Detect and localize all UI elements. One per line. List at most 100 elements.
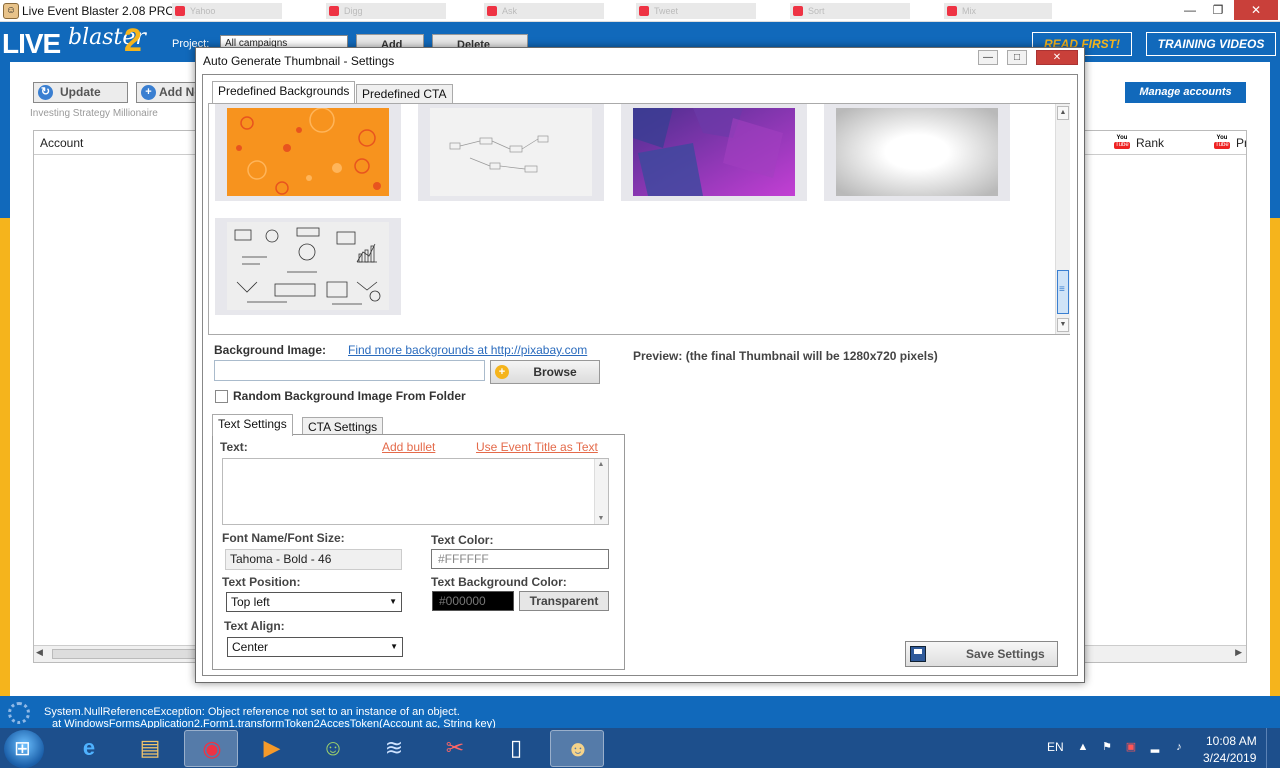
text-background-color-input[interactable]: #000000 bbox=[432, 591, 514, 611]
business-sketch-image bbox=[227, 222, 389, 310]
youtube-icon-bottom: Tube bbox=[1114, 142, 1130, 149]
background-browser-tab[interactable]: Tweet bbox=[636, 3, 756, 19]
column-header-rank-label: Rank bbox=[1136, 136, 1165, 150]
scroll-down-icon[interactable]: ▼ bbox=[595, 515, 607, 522]
text-color-label: Text Color: bbox=[431, 533, 494, 547]
random-background-label: Random Background Image From Folder bbox=[233, 389, 466, 403]
add-new-button[interactable]: + Add New bbox=[136, 82, 198, 103]
add-bullet-link[interactable]: Add bullet bbox=[382, 440, 435, 454]
flag-icon[interactable]: ⚑ bbox=[1100, 740, 1114, 754]
background-thumbnail-business-sketch[interactable] bbox=[215, 218, 401, 315]
background-browser-tab[interactable]: Yahoo bbox=[172, 3, 282, 19]
background-browser-tab[interactable]: Digg bbox=[326, 3, 446, 19]
refresh-icon: ↻ bbox=[38, 85, 53, 100]
font-label: Font Name/Font Size: bbox=[222, 531, 345, 545]
internet-explorer-icon[interactable]: e bbox=[62, 730, 116, 767]
live-event-blaster-taskbar-icon[interactable]: ☻ bbox=[550, 730, 604, 767]
training-videos-button[interactable]: TRAINING VIDEOS bbox=[1146, 32, 1276, 56]
text-align-select[interactable]: Center ▼ bbox=[227, 637, 403, 657]
dialog-close-icon[interactable]: ✕ bbox=[1036, 50, 1078, 65]
text-align-value: Center bbox=[232, 640, 269, 654]
scroll-up-icon[interactable]: ▲ bbox=[595, 461, 607, 468]
save-settings-label: Save Settings bbox=[966, 647, 1045, 661]
update-button[interactable]: ↻ Update bbox=[33, 82, 128, 103]
dialog-maximize-icon[interactable]: □ bbox=[1007, 50, 1027, 65]
column-header-account[interactable]: Account bbox=[40, 136, 83, 150]
orange-bubbles-image bbox=[227, 108, 389, 196]
close-icon[interactable]: ✕ bbox=[1234, 0, 1278, 20]
background-browser-tab[interactable]: Mix bbox=[944, 3, 1052, 19]
youtube-icon-top: You bbox=[1216, 135, 1228, 141]
network-signal-icon[interactable]: ▂ bbox=[1148, 740, 1162, 754]
browse-button[interactable]: + Browse bbox=[490, 360, 600, 384]
background-thumbnail-purple-shapes[interactable] bbox=[621, 104, 807, 201]
column-header-rank[interactable]: You Tube Rank bbox=[1114, 134, 1164, 152]
browse-button-label: Browse bbox=[533, 365, 577, 379]
font-picker[interactable]: Tahoma - Bold - 46 bbox=[225, 549, 402, 570]
side-strip bbox=[0, 62, 10, 218]
thumbnail-text-area[interactable]: ▲ ▼ bbox=[222, 458, 609, 525]
youtube-icon-top: You bbox=[1116, 135, 1128, 141]
manage-accounts-button[interactable]: Manage accounts bbox=[1125, 82, 1246, 103]
app-logo: LIVE blaster 2 bbox=[2, 22, 146, 59]
clock-time[interactable]: 10:08 AM bbox=[1206, 734, 1257, 748]
random-background-checkbox[interactable] bbox=[215, 390, 228, 403]
background-thumbnail-white-diagram[interactable] bbox=[418, 104, 604, 201]
background-thumbnail-white-vignette[interactable] bbox=[824, 104, 1010, 201]
dialog-minimize-icon[interactable]: — bbox=[978, 50, 998, 65]
scroll-right-icon[interactable]: ▶ bbox=[1235, 647, 1242, 658]
network-people-icon[interactable]: ☺ bbox=[306, 730, 360, 767]
thumbnail-settings-dialog: Auto Generate Thumbnail - Settings — □ ✕… bbox=[195, 47, 1085, 683]
text-position-select[interactable]: Top left ▼ bbox=[226, 592, 402, 612]
tab-predefined-cta[interactable]: Predefined CTA bbox=[356, 84, 453, 103]
scrollbar-thumb[interactable] bbox=[1057, 270, 1069, 314]
add-new-button-label: Add New bbox=[159, 85, 197, 99]
side-strip bbox=[0, 218, 10, 696]
background-thumbnail-orange-bubbles[interactable] bbox=[215, 104, 401, 201]
wifi-tool-icon[interactable]: ≋ bbox=[367, 730, 421, 767]
use-event-title-link[interactable]: Use Event Title as Text bbox=[476, 440, 598, 454]
scissors-icon[interactable]: ✂ bbox=[428, 730, 482, 767]
background-browser-tab[interactable]: Sort bbox=[790, 3, 910, 19]
scroll-down-icon[interactable]: ▼ bbox=[1057, 318, 1069, 332]
update-button-label: Update bbox=[60, 85, 101, 99]
tab-text-settings[interactable]: Text Settings bbox=[212, 414, 293, 436]
gallery-vertical-scrollbar[interactable]: ▲ ▼ bbox=[1055, 104, 1070, 334]
start-button[interactable] bbox=[4, 730, 44, 768]
text-color-input[interactable]: #FFFFFF bbox=[431, 549, 609, 569]
scrollbar-thumb[interactable] bbox=[52, 649, 202, 659]
text-align-label: Text Align: bbox=[224, 619, 285, 633]
transparent-button[interactable]: Transparent bbox=[519, 591, 609, 611]
loading-spinner-icon bbox=[8, 702, 30, 724]
background-image-label: Background Image: bbox=[214, 343, 327, 357]
language-indicator[interactable]: EN bbox=[1047, 740, 1064, 754]
minimize-icon[interactable]: — bbox=[1176, 0, 1204, 20]
save-settings-button[interactable]: Save Settings bbox=[905, 641, 1058, 667]
find-more-backgrounds-link[interactable]: Find more backgrounds at http://pixabay.… bbox=[348, 343, 587, 357]
background-image-input[interactable] bbox=[214, 360, 485, 381]
security-alert-icon[interactable]: ▣ bbox=[1124, 740, 1138, 754]
youtube-icon-bottom: Tube bbox=[1214, 142, 1230, 149]
file-explorer-icon[interactable]: ▤ bbox=[123, 730, 177, 767]
plus-icon: + bbox=[495, 365, 509, 379]
textarea-scrollbar[interactable]: ▲ ▼ bbox=[594, 459, 608, 524]
show-desktop-button[interactable] bbox=[1266, 728, 1280, 768]
background-browser-tab[interactable]: Ask bbox=[484, 3, 604, 19]
plus-icon: + bbox=[141, 85, 156, 100]
column-header-pr-label: Pr bbox=[1236, 136, 1246, 150]
scroll-left-icon[interactable]: ◀ bbox=[36, 647, 43, 658]
notepad-icon[interactable]: ▯ bbox=[489, 730, 543, 767]
clock-date[interactable]: 3/24/2019 bbox=[1203, 751, 1256, 765]
column-header-pr[interactable]: YouTube Pr bbox=[1214, 134, 1246, 152]
dialog-content: Predefined Backgrounds Predefined CTA ▲ … bbox=[202, 74, 1078, 676]
white-diagram-image bbox=[430, 108, 592, 196]
tab-cta-settings[interactable]: CTA Settings bbox=[302, 417, 384, 435]
maximize-icon[interactable]: ❐ bbox=[1204, 0, 1232, 20]
scroll-up-icon[interactable]: ▲ bbox=[1057, 106, 1069, 120]
media-player-icon[interactable]: ▶ bbox=[245, 730, 299, 767]
volume-icon[interactable]: ♪ bbox=[1172, 740, 1186, 754]
show-hidden-icons-icon[interactable]: ▲ bbox=[1076, 740, 1090, 754]
tab-predefined-backgrounds[interactable]: Predefined Backgrounds bbox=[212, 81, 356, 103]
chrome-icon[interactable]: ◉ bbox=[184, 730, 238, 767]
youtube-icon: You Tube bbox=[1214, 135, 1230, 151]
